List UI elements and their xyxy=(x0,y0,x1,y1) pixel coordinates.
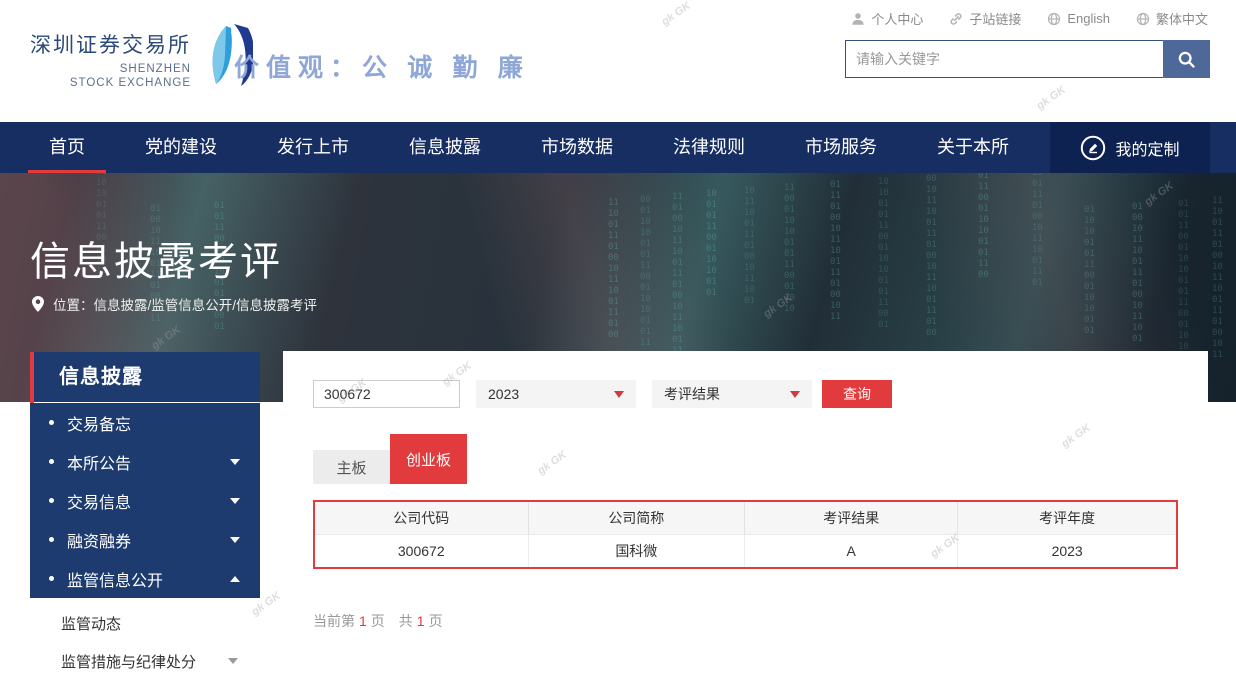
chevron-down-icon xyxy=(228,658,238,664)
site-search-button[interactable] xyxy=(1163,40,1210,78)
chevron-down-icon xyxy=(230,498,240,504)
person-icon xyxy=(851,12,865,26)
my-customization-button[interactable]: 我的定制 xyxy=(1050,122,1210,173)
bullet-icon xyxy=(49,576,54,581)
nav-item-market-services[interactable]: 市场服务 xyxy=(800,122,882,173)
tab-main-board[interactable]: 主板 xyxy=(313,450,390,484)
english-label: English xyxy=(1067,11,1110,26)
sidebar-subitem-regulatory-news[interactable]: 监管动态 xyxy=(30,604,260,642)
chevron-down-icon xyxy=(790,391,800,398)
breadcrumb: 位置：信息披露/监管信息公开/信息披露考评 xyxy=(32,294,317,314)
cell-company-code: 300672 xyxy=(314,534,528,568)
sidebar-menu: 交易备忘 本所公告 交易信息 融资融券 监管信息公开 xyxy=(30,403,260,598)
nav-item-home[interactable]: 首页 xyxy=(44,122,90,173)
subsite-links-label: 子站链接 xyxy=(969,9,1021,28)
chevron-down-icon xyxy=(614,391,624,398)
nav-item-rules[interactable]: 法律规则 xyxy=(668,122,750,173)
pagination-total-suffix: 页 xyxy=(429,613,443,629)
nav-item-party-building[interactable]: 党的建设 xyxy=(140,122,222,173)
result-select[interactable]: 考评结果 xyxy=(652,380,812,408)
col-result: 考评结果 xyxy=(745,501,958,534)
my-customization-label: 我的定制 xyxy=(1115,136,1179,160)
logo[interactable]: 深圳证券交易所 SHENZHEN STOCK EXCHANGE xyxy=(30,22,253,96)
bullet-icon xyxy=(49,420,54,425)
year-select[interactable]: 2023 xyxy=(476,380,636,408)
globe-icon xyxy=(1136,12,1150,26)
traditional-chinese-link[interactable]: 繁体中文 xyxy=(1136,9,1208,28)
pagination-total-prefix: 共 xyxy=(399,613,413,629)
utility-links: 个人中心 子站链接 English 繁体中文 xyxy=(851,9,1208,28)
nav-item-listing[interactable]: 发行上市 xyxy=(272,122,354,173)
personal-center-label: 个人中心 xyxy=(871,9,923,28)
current-page-number: 1 xyxy=(359,613,367,629)
pagination-page-word: 页 xyxy=(371,613,385,629)
logo-name-cn: 深圳证券交易所 xyxy=(30,29,191,59)
sidebar: 信息披露 交易备忘 本所公告 交易信息 融资融券 xyxy=(30,352,260,676)
company-code-input[interactable] xyxy=(313,380,460,408)
filter-bar: 2023 考评结果 查询 xyxy=(313,380,1178,408)
tab-chinext[interactable]: 创业板 xyxy=(390,434,467,484)
link-icon xyxy=(949,12,963,26)
pagination: 当前第1页共1页 xyxy=(313,611,1178,631)
site-search xyxy=(845,40,1210,78)
sidebar-item-trading-memo[interactable]: 交易备忘 xyxy=(30,403,260,442)
page: 深圳证券交易所 SHENZHEN STOCK EXCHANGE 价值观：公 诚 … xyxy=(0,0,1236,676)
bullet-icon xyxy=(49,459,54,464)
sidebar-item-regulatory-disclosure[interactable]: 监管信息公开 xyxy=(30,559,260,598)
table-row: 300672 国科微 A 2023 xyxy=(314,534,1177,568)
nav-item-market-data[interactable]: 市场数据 xyxy=(536,122,618,173)
cell-result: A xyxy=(745,534,958,568)
sidebar-item-margin-trading[interactable]: 融资融券 xyxy=(30,520,260,559)
breadcrumb-text: 位置：信息披露/监管信息公开/信息披露考评 xyxy=(53,294,317,314)
chevron-down-icon xyxy=(230,459,240,465)
main-nav: 首页 党的建设 发行上市 信息披露 市场数据 法律规则 市场服务 关于本所 我的… xyxy=(0,122,1236,173)
nav-item-about[interactable]: 关于本所 xyxy=(932,122,1014,173)
col-company-name: 公司简称 xyxy=(528,501,745,534)
logo-text: 深圳证券交易所 SHENZHEN STOCK EXCHANGE xyxy=(30,29,191,90)
site-search-input[interactable] xyxy=(845,40,1163,78)
cell-year: 2023 xyxy=(958,534,1177,568)
globe-icon xyxy=(1047,12,1061,26)
pagination-prefix: 当前第 xyxy=(313,613,355,629)
english-link[interactable]: English xyxy=(1047,11,1110,26)
chevron-up-icon xyxy=(230,576,240,582)
board-tabs: 主板 创业板 xyxy=(313,434,1178,484)
sidebar-item-trading-info[interactable]: 交易信息 xyxy=(30,481,260,520)
pencil-circle-icon xyxy=(1080,135,1106,161)
col-company-code: 公司代码 xyxy=(314,501,528,534)
query-button[interactable]: 查询 xyxy=(822,380,892,408)
values-slogan: 价值观：公 诚 勤 廉 xyxy=(234,48,530,84)
subsite-links-link[interactable]: 子站链接 xyxy=(949,9,1021,28)
page-title: 信息披露考评 xyxy=(30,229,282,287)
chevron-down-icon xyxy=(230,537,240,543)
year-select-value: 2023 xyxy=(488,386,519,402)
sidebar-item-exchange-notices[interactable]: 本所公告 xyxy=(30,442,260,481)
bullet-icon xyxy=(49,498,54,503)
traditional-chinese-label: 繁体中文 xyxy=(1156,9,1208,28)
total-page-number: 1 xyxy=(417,613,425,629)
evaluation-result-table: 公司代码 公司简称 考评结果 考评年度 300672 国科微 A 2023 xyxy=(313,500,1178,569)
bullet-icon xyxy=(49,537,54,542)
location-pin-icon xyxy=(32,296,44,312)
cell-company-name: 国科微 xyxy=(528,534,745,568)
personal-center-link[interactable]: 个人中心 xyxy=(851,9,923,28)
col-year: 考评年度 xyxy=(958,501,1177,534)
table-header-row: 公司代码 公司简称 考评结果 考评年度 xyxy=(314,501,1177,534)
sidebar-submenu: 监管动态 监管措施与纪律处分 xyxy=(30,598,260,676)
logo-name-en: SHENZHEN STOCK EXCHANGE xyxy=(30,62,191,90)
sidebar-subitem-regulatory-measures[interactable]: 监管措施与纪律处分 xyxy=(30,642,260,676)
top-bar: 深圳证券交易所 SHENZHEN STOCK EXCHANGE 价值观：公 诚 … xyxy=(0,0,1236,122)
nav-item-disclosure[interactable]: 信息披露 xyxy=(404,122,486,173)
result-select-value: 考评结果 xyxy=(664,384,720,404)
sidebar-title: 信息披露 xyxy=(30,352,260,403)
search-icon xyxy=(1177,50,1196,69)
main-panel: 2023 考评结果 查询 主板 创业板 公司代码 公司简称 考评结果 考评年度 xyxy=(283,351,1208,676)
